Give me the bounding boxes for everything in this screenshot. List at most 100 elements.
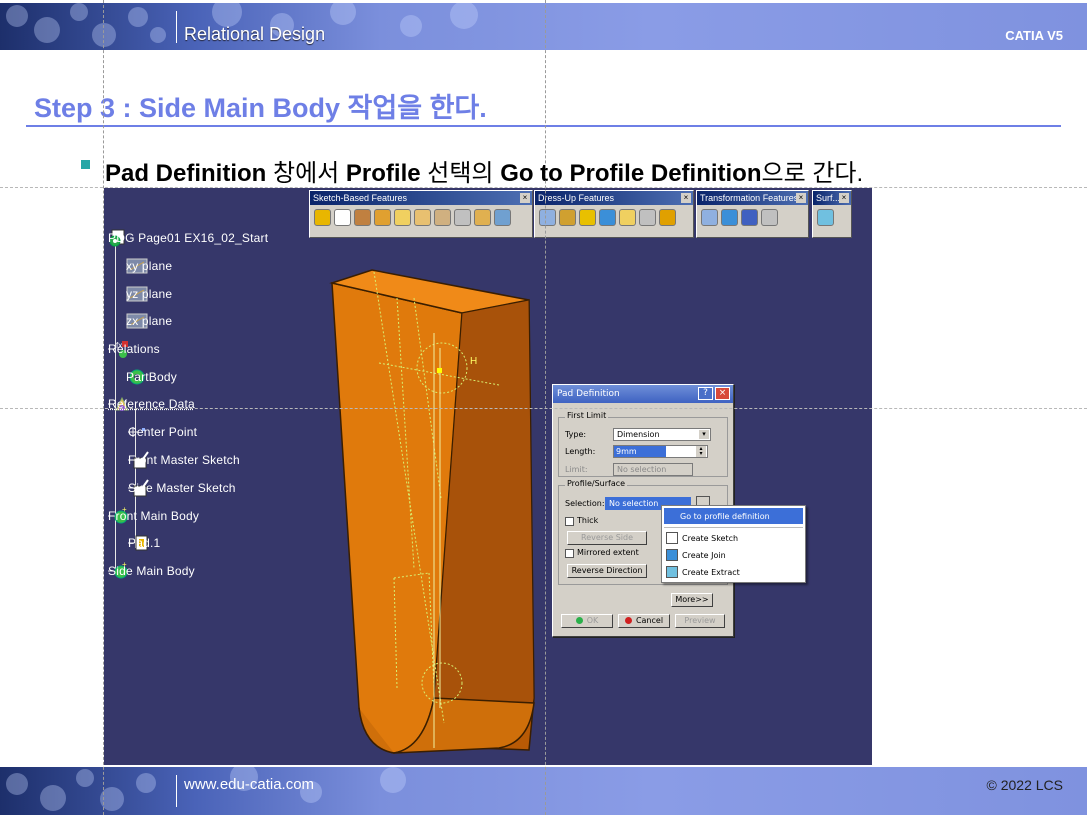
menu-item-create-extract[interactable]: Create Extract: [664, 564, 803, 580]
footer-url[interactable]: www.edu-catia.com: [184, 776, 314, 793]
step-title: Step 3 : Side Main Body 작업을 한다.: [34, 93, 487, 123]
dialog-title: Pad Definition: [557, 389, 620, 399]
toolbar-dress-up-features[interactable]: Dress-Up Features ×: [534, 190, 694, 238]
tree-item-front-master-sketch[interactable]: Front Master Sketch: [128, 449, 240, 471]
tree-item-label: zx plane: [126, 314, 173, 328]
tree-item-label: Front Main Body: [108, 509, 200, 523]
chamfer-icon[interactable]: [559, 209, 576, 226]
toolbar-surface-features[interactable]: Surf... ×: [812, 190, 852, 238]
scaling-icon[interactable]: [761, 209, 778, 226]
close-icon[interactable]: ×: [681, 193, 691, 203]
thick-checkbox[interactable]: [565, 517, 574, 526]
tree-item-zx-plane[interactable]: zx plane: [126, 310, 172, 332]
menu-divider: [664, 527, 803, 528]
mirrored-extent-label: Mirrored extent: [577, 548, 639, 557]
more-button[interactable]: More>>: [671, 593, 713, 607]
preview-button[interactable]: Preview: [675, 614, 725, 628]
header-band: Relational Design CATIA V5: [0, 3, 1087, 50]
ok-icon: [575, 617, 583, 624]
cancel-button[interactable]: Cancel: [618, 614, 670, 628]
mirror-icon[interactable]: [721, 209, 738, 226]
type-label: Type:: [565, 430, 587, 439]
context-menu[interactable]: Go to profile definition Create Sketch C…: [661, 505, 806, 583]
first-limit-label: First Limit: [565, 411, 609, 420]
draft-icon[interactable]: [579, 209, 596, 226]
length-input[interactable]: 9mm ▴ ▾: [613, 445, 708, 458]
groove-icon[interactable]: [374, 209, 391, 226]
pad-icon[interactable]: [314, 209, 331, 226]
cancel-label: Cancel: [635, 616, 664, 625]
hole-icon[interactable]: [394, 209, 411, 226]
catia-viewport[interactable]: H PDG Page01 EX16_02_Start xy plane yz p…: [104, 188, 872, 765]
toolbar-title: Sketch-Based Features: [313, 193, 408, 203]
profile-surface-label: Profile/Surface: [565, 479, 628, 488]
mirrored-extent-checkbox[interactable]: [565, 549, 574, 558]
menu-item-label: Create Join: [682, 550, 726, 560]
tree-item-xy-plane[interactable]: xy plane: [126, 255, 172, 277]
dialog-title-bar[interactable]: Pad Definition ? ×: [553, 385, 733, 403]
remove-loft-icon[interactable]: [494, 209, 511, 226]
shaft-icon[interactable]: [354, 209, 371, 226]
toolbar-title: Surf...: [816, 193, 841, 203]
length-label: Length:: [565, 447, 596, 456]
tree-item-label: Pad.1: [128, 536, 161, 550]
toolbar-title: Transformation Features: [700, 193, 799, 203]
help-icon[interactable]: ?: [698, 387, 713, 400]
menu-item-create-sketch[interactable]: Create Sketch: [664, 530, 803, 546]
limit-field: No selection: [613, 463, 693, 476]
tree-item-center-point[interactable]: Center Point: [128, 421, 197, 443]
close-icon[interactable]: ×: [839, 193, 849, 203]
spinner-icon[interactable]: ▴ ▾: [696, 446, 706, 457]
remove-face-icon[interactable]: [659, 209, 676, 226]
translation-icon[interactable]: [701, 209, 718, 226]
pattern-icon[interactable]: [741, 209, 758, 226]
limit-label: Limit:: [565, 465, 588, 474]
type-select[interactable]: Dimension ▾: [613, 428, 711, 441]
instruction-bold-2: Profile: [345, 160, 421, 187]
tree-root[interactable]: PDG Page01 EX16_02_Start: [108, 227, 268, 249]
footer-copyright: © 2022 LCS: [986, 777, 1063, 793]
footer-separator: [176, 775, 177, 807]
header-separator: [176, 11, 177, 43]
thread-icon[interactable]: [639, 209, 656, 226]
stiffener-icon[interactable]: [454, 209, 471, 226]
loft-icon[interactable]: [474, 209, 491, 226]
tree-item-label: yz plane: [126, 287, 173, 301]
tree-item-label: xy plane: [126, 259, 173, 273]
split-icon[interactable]: [817, 209, 834, 226]
tree-item-relations[interactable]: fx Relations: [108, 338, 160, 360]
slot-icon[interactable]: [434, 209, 451, 226]
thickness-icon[interactable]: [619, 209, 636, 226]
ok-button[interactable]: OK: [561, 614, 613, 628]
close-icon[interactable]: ×: [520, 193, 530, 203]
menu-item-go-to-profile-definition[interactable]: Go to profile definition: [664, 508, 803, 524]
sketch-label-h: H: [470, 356, 477, 367]
chevron-down-icon[interactable]: ▾: [699, 430, 709, 439]
shell-icon[interactable]: [599, 209, 616, 226]
reverse-side-button[interactable]: Reverse Side: [567, 531, 647, 545]
guide-line: [0, 187, 1087, 188]
tree-item-label: Relations: [108, 342, 160, 356]
menu-item-create-join[interactable]: Create Join: [664, 547, 803, 563]
pocket-icon[interactable]: [334, 209, 351, 226]
tree-item-label: Side Master Sketch: [128, 481, 236, 495]
tree-item-reference-data[interactable]: Reference Data: [108, 393, 195, 415]
tree-item-yz-plane[interactable]: yz plane: [126, 283, 172, 305]
tree-item-pad1[interactable]: Pad.1: [128, 532, 160, 554]
toolbar-sketch-based-features[interactable]: Sketch-Based Features ×: [309, 190, 533, 238]
rib-icon[interactable]: [414, 209, 431, 226]
fillet-icon[interactable]: [539, 209, 556, 226]
tree-item-side-master-sketch[interactable]: Side Master Sketch: [128, 477, 235, 499]
toolbar-icons: [697, 205, 808, 230]
join-icon: [666, 549, 678, 561]
toolbar-transformation-features[interactable]: Transformation Features ×: [696, 190, 809, 238]
sketch-point: [437, 368, 442, 373]
menu-item-label: Create Sketch: [682, 533, 739, 543]
toolbar-title: Dress-Up Features: [538, 193, 615, 203]
reverse-direction-button[interactable]: Reverse Direction: [567, 564, 647, 578]
close-icon[interactable]: ×: [715, 387, 730, 400]
tree-item-side-main-body[interactable]: + Side Main Body: [108, 560, 195, 582]
close-icon[interactable]: ×: [796, 193, 806, 203]
tree-item-front-main-body[interactable]: + Front Main Body: [108, 505, 199, 527]
tree-item-partbody[interactable]: PartBody: [126, 366, 177, 388]
